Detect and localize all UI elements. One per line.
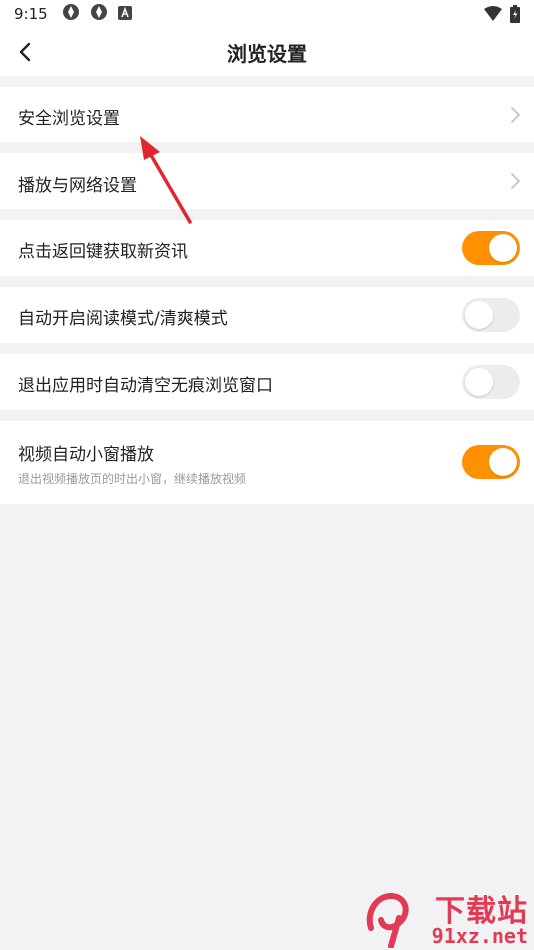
- chevron-right-icon: [511, 107, 521, 123]
- sync-icon: [90, 3, 108, 25]
- a-icon: [117, 5, 132, 24]
- pip-video-row: 视频自动小窗播放 退出视频播放页的时出小窗，继续播放视频: [0, 421, 534, 504]
- back-refresh-label: 点击返回键获取新资讯: [18, 242, 188, 262]
- toggle-knob: [465, 368, 493, 396]
- status-time: 9:15: [14, 5, 48, 23]
- clear-incognito-row: 退出应用时自动清空无痕浏览窗口: [0, 354, 534, 410]
- clear-incognito-label: 退出应用时自动清空无痕浏览窗口: [18, 376, 273, 396]
- sync-icon: [62, 3, 80, 25]
- pip-video-sublabel: 退出视频播放页的时出小窗，继续播放视频: [18, 472, 247, 486]
- wifi-icon: [484, 6, 502, 26]
- auto-reader-label: 自动开启阅读模式/清爽模式: [18, 309, 228, 329]
- clear-incognito-toggle[interactable]: [462, 365, 520, 399]
- auto-reader-row: 自动开启阅读模式/清爽模式: [0, 287, 534, 343]
- pip-video-toggle[interactable]: [462, 445, 520, 479]
- play-network-row[interactable]: 播放与网络设置: [0, 153, 534, 209]
- annotation-arrow-icon: [140, 136, 192, 224]
- safe-browsing-row[interactable]: 安全浏览设置: [0, 87, 534, 142]
- header: 浏览设置: [0, 28, 534, 76]
- status-right: [484, 5, 520, 27]
- status-bar: 9:15: [0, 0, 534, 28]
- watermark: 下载站 91xz.net: [359, 886, 534, 950]
- chevron-right-icon: [511, 173, 521, 189]
- pip-video-label: 视频自动小窗播放: [18, 445, 154, 465]
- safe-browsing-label: 安全浏览设置: [18, 109, 120, 129]
- back-refresh-toggle[interactable]: [462, 231, 520, 265]
- watermark-logo-icon: [366, 892, 409, 948]
- toggle-knob: [489, 234, 517, 262]
- battery-icon: [510, 5, 520, 27]
- watermark-url: 91xz.net: [431, 924, 528, 948]
- auto-reader-toggle[interactable]: [462, 298, 520, 332]
- page-title: 浏览设置: [227, 42, 307, 66]
- toggle-knob: [465, 301, 493, 329]
- toggle-knob: [489, 448, 517, 476]
- back-refresh-row: 点击返回键获取新资讯: [0, 220, 534, 276]
- play-network-label: 播放与网络设置: [18, 176, 137, 196]
